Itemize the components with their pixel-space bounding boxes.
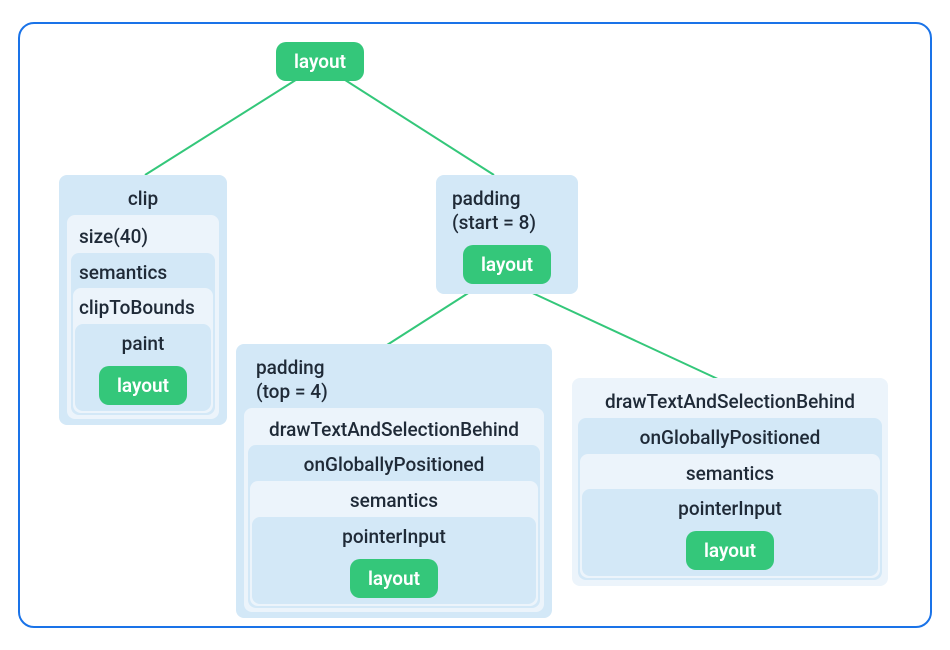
root-layout-node: layout <box>276 42 364 81</box>
ongloballypositioned-label-left: onGloballyPositioned <box>250 447 538 481</box>
bottomleft-leaf-layout: layout <box>350 559 438 598</box>
padding-start-box: padding (start = 8) layout <box>436 175 578 294</box>
bottomright-leaf-layout: layout <box>686 531 774 570</box>
ongloballypositioned-label-right: onGloballyPositioned <box>580 420 880 454</box>
padding-top-line1: padding <box>256 356 325 379</box>
center-leaf-layout: layout <box>463 245 551 284</box>
size-label: size(40) <box>71 219 215 253</box>
drawtext-label-right: drawTextAndSelectionBehind <box>578 384 882 418</box>
paint-label: paint <box>77 326 209 360</box>
padding-top-line2: (top = 4) <box>256 380 328 403</box>
clip-label: clip <box>65 181 221 215</box>
root-layout-label: layout <box>276 42 364 81</box>
semantics-label-bottomleft: semantics <box>252 483 536 517</box>
padding-top-box: padding (top = 4) drawTextAndSelectionBe… <box>236 344 552 618</box>
left-leaf-layout: layout <box>99 366 187 405</box>
drawtext-label-left: drawTextAndSelectionBehind <box>248 412 540 446</box>
cliptobounds-label: clipToBounds <box>75 290 211 324</box>
clip-node-box: clip size(40) semantics clipToBounds pai… <box>59 175 227 425</box>
semantics-label-left: semantics <box>73 255 213 289</box>
pointerinput-label-right: pointerInput <box>584 491 876 525</box>
pointerinput-label-left: pointerInput <box>254 519 534 553</box>
padding-start-line1: padding <box>452 187 521 210</box>
right-text-box: drawTextAndSelectionBehind onGloballyPos… <box>572 378 888 586</box>
semantics-label-bottomright: semantics <box>582 456 878 490</box>
padding-start-line2: (start = 8) <box>452 211 536 234</box>
